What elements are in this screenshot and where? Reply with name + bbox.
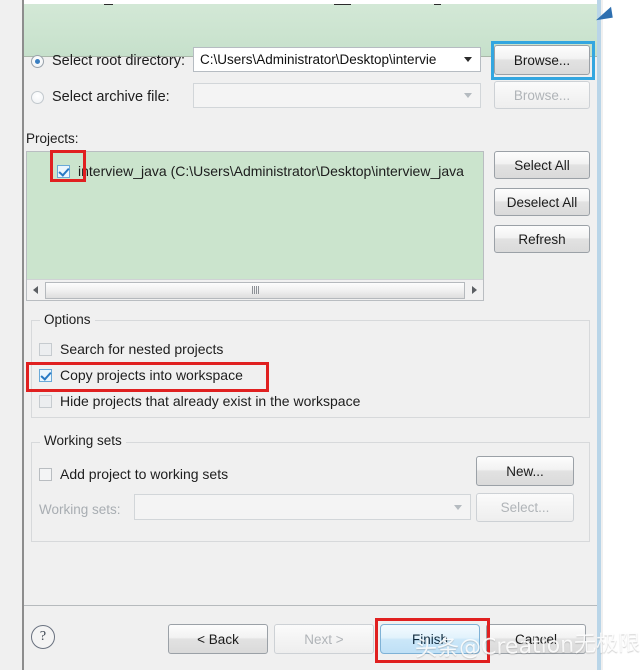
projects-hscrollbar[interactable] [27, 279, 483, 300]
copy-projects-label: Copy projects into workspace [60, 367, 243, 383]
root-directory-value: C:\Users\Administrator\Desktop\intervie [200, 52, 437, 67]
project-label: interview_java (C:\Users\Administrator\D… [78, 163, 464, 179]
archive-file-combo [193, 83, 481, 108]
search-nested-projects-label: Search for nested projects [60, 341, 224, 357]
add-project-to-working-sets-row[interactable]: Add project to working sets [39, 466, 228, 482]
hide-existing-projects-row[interactable]: Hide projects that already exist in the … [39, 393, 360, 409]
chevron-down-icon[interactable] [464, 57, 472, 62]
copy-projects-checkbox[interactable] [39, 368, 52, 382]
new-working-set-button[interactable]: New... [476, 456, 574, 486]
select-root-directory-radio-row[interactable]: Select root directory: [31, 53, 185, 69]
scroll-left-icon[interactable] [27, 281, 44, 300]
scroll-grip-icon [251, 286, 259, 294]
finish-button[interactable]: Finish [380, 624, 480, 654]
browse-root-button[interactable]: Browse... [494, 45, 590, 75]
list-item[interactable]: interview_java (C:\Users\Administrator\D… [57, 163, 464, 179]
select-all-button[interactable]: Select All [494, 151, 590, 179]
projects-list[interactable]: interview_java (C:\Users\Administrator\D… [26, 151, 484, 301]
root-directory-combo[interactable]: C:\Users\Administrator\Desktop\intervie [193, 47, 481, 72]
select-root-directory-label: Select root directory: [52, 53, 185, 69]
add-project-to-working-sets-checkbox[interactable] [39, 467, 52, 481]
import-projects-dialog: Select root directory: C:\Users\Administ… [0, 0, 640, 670]
select-working-set-button: Select... [476, 493, 574, 522]
hide-existing-projects-checkbox[interactable] [39, 394, 52, 408]
dialog-page: Select root directory: C:\Users\Administ… [24, 45, 597, 606]
next-button: Next > [274, 624, 374, 654]
search-nested-projects-row[interactable]: Search for nested projects [39, 341, 223, 357]
chevron-down-icon [454, 504, 462, 510]
select-archive-file-label: Select archive file: [52, 89, 170, 105]
refresh-button[interactable]: Refresh [494, 225, 590, 253]
copy-projects-row[interactable]: Copy projects into workspace [39, 367, 243, 383]
project-checkbox[interactable] [57, 164, 70, 178]
hide-existing-projects-label: Hide projects that already exist in the … [60, 393, 361, 409]
working-sets-label: Working sets: [39, 502, 121, 517]
banner-top-highlight [24, 0, 597, 4]
working-sets-combo [134, 494, 471, 520]
cancel-button[interactable]: Cancel [486, 624, 586, 654]
scroll-right-icon[interactable] [466, 281, 483, 300]
options-group-title: Options [40, 312, 95, 327]
window-right-outside [603, 0, 640, 670]
scroll-thumb[interactable] [45, 281, 465, 299]
select-archive-file-radio[interactable] [31, 90, 44, 104]
select-root-directory-radio[interactable] [31, 54, 44, 68]
help-icon[interactable]: ? [31, 625, 55, 649]
browse-archive-button: Browse... [494, 81, 590, 109]
chevron-down-icon [464, 93, 472, 98]
back-button[interactable]: < Back [168, 624, 268, 654]
add-project-to-working-sets-label: Add project to working sets [60, 466, 229, 482]
search-nested-projects-checkbox[interactable] [39, 342, 52, 356]
working-sets-group-title: Working sets [40, 433, 126, 448]
dialog-footer: ? < Back Next > Finish Cancel [24, 606, 597, 670]
projects-section-label: Projects: [26, 131, 79, 146]
window-right-edge [597, 0, 601, 670]
select-archive-file-radio-row[interactable]: Select archive file: [31, 89, 170, 105]
deselect-all-button[interactable]: Deselect All [494, 188, 590, 216]
